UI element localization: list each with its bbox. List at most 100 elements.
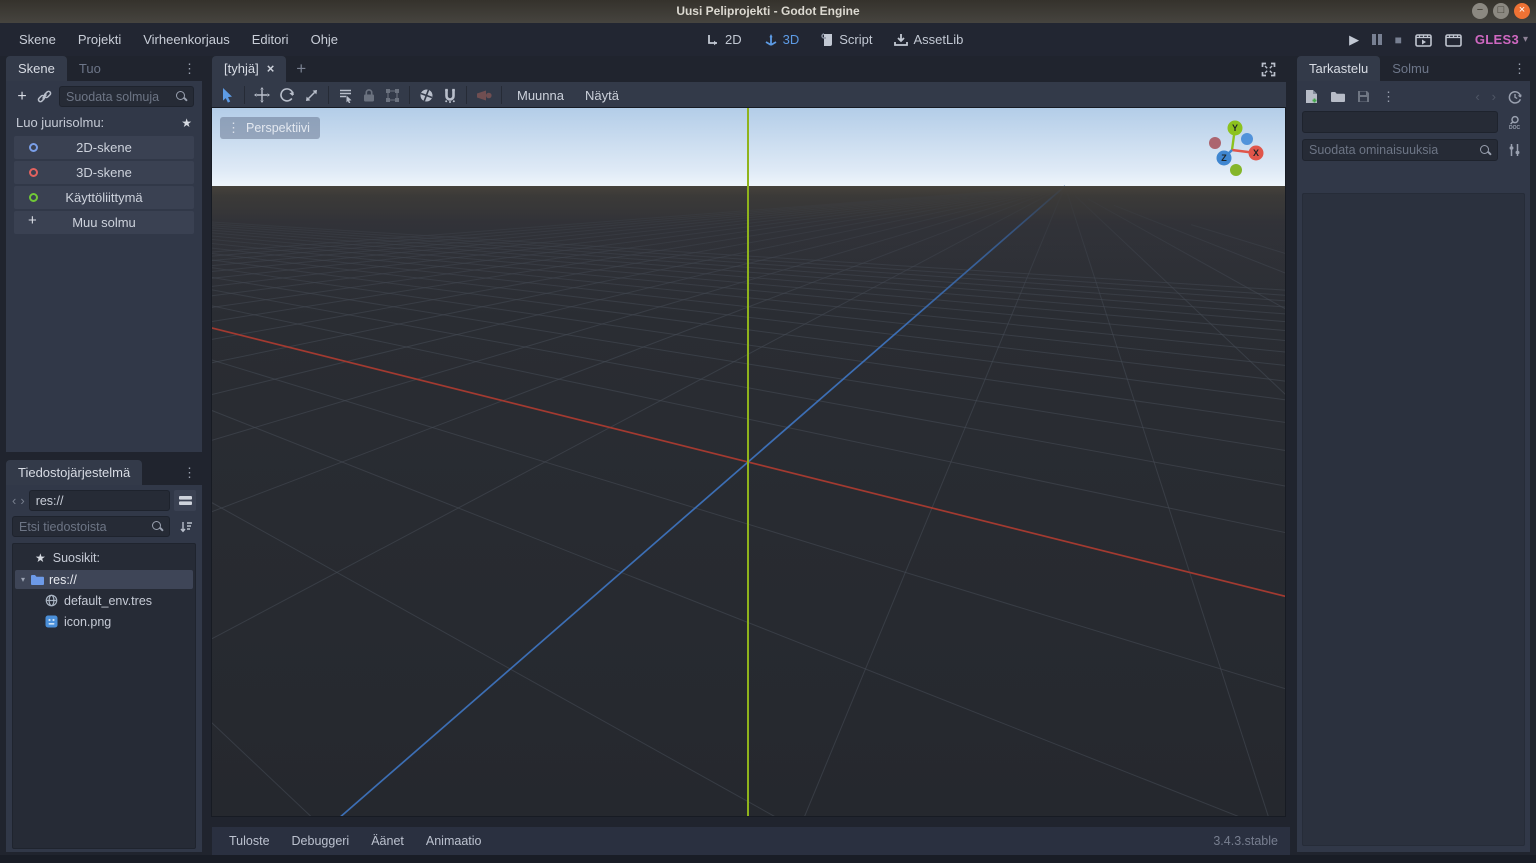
- play-custom-scene-button[interactable]: [1445, 33, 1462, 47]
- history-back-icon[interactable]: ‹: [12, 493, 16, 508]
- bottom-tab-output[interactable]: Tuloste: [222, 831, 277, 851]
- playback-controls: ▶ ■ GLES3 ▾: [1349, 23, 1528, 56]
- select-mode-button[interactable]: [220, 87, 235, 103]
- scene-dock-menu-icon[interactable]: ⋮: [183, 64, 196, 74]
- file-search-field[interactable]: [12, 516, 170, 537]
- local-space-globe-icon: [419, 88, 434, 103]
- window-controls: − □ ×: [1472, 3, 1530, 19]
- new-scene-tab-button[interactable]: +: [286, 59, 316, 79]
- save-icon: [1357, 90, 1370, 103]
- favorites-header[interactable]: ★ Suosikit:: [15, 548, 193, 567]
- close-icon[interactable]: ×: [267, 56, 275, 82]
- save-resource-button[interactable]: [1357, 90, 1370, 103]
- history-back-icon[interactable]: ‹: [1475, 89, 1479, 104]
- close-button[interactable]: ×: [1514, 3, 1530, 19]
- bottom-tab-audio[interactable]: Äänet: [364, 831, 411, 851]
- star-icon: ★: [35, 551, 46, 565]
- split-mode-button[interactable]: [174, 490, 196, 511]
- renderer-label: GLES3: [1475, 32, 1519, 47]
- 2d-scene-icon: [29, 143, 38, 152]
- move-mode-button[interactable]: [254, 87, 270, 103]
- menu-project[interactable]: Projekti: [69, 28, 130, 51]
- tab-filesystem[interactable]: Tiedostojärjestelmä: [6, 460, 142, 485]
- play-button[interactable]: ▶: [1349, 32, 1359, 48]
- instance-scene-button[interactable]: [37, 89, 52, 104]
- menu-help[interactable]: Ohje: [302, 28, 347, 51]
- history-button[interactable]: [1508, 90, 1522, 104]
- snap-button[interactable]: [443, 88, 457, 103]
- lock-icon: [362, 88, 376, 103]
- workspace-assetlib[interactable]: AssetLib: [888, 29, 969, 50]
- add-node-button[interactable]: +: [14, 88, 30, 106]
- tree-item-res[interactable]: ▾ res://: [15, 570, 193, 589]
- inspector-empty-area: [1302, 193, 1525, 846]
- resource-globe-icon: [45, 594, 58, 607]
- projection-button[interactable]: ⋮ Perspektiivi: [220, 117, 320, 139]
- path-breadcrumb[interactable]: res://: [29, 490, 170, 511]
- menu-debug[interactable]: Virheenkorjaus: [134, 28, 238, 51]
- workspace-script[interactable]: Script: [815, 29, 878, 50]
- y-axis-line: [747, 108, 749, 816]
- tab-node[interactable]: Solmu: [1380, 56, 1441, 81]
- property-filter-input[interactable]: [1309, 143, 1480, 157]
- workspace-2d[interactable]: 2D: [700, 29, 748, 50]
- select-arrow-icon: [220, 87, 235, 103]
- transform-menu[interactable]: Muunna: [511, 86, 570, 105]
- pause-button[interactable]: [1372, 34, 1382, 45]
- sort-button[interactable]: [174, 516, 196, 537]
- lock-button[interactable]: [362, 88, 376, 103]
- scene-filter-field[interactable]: [59, 86, 194, 107]
- tab-inspector[interactable]: Tarkastelu: [1297, 56, 1380, 81]
- stop-button[interactable]: ■: [1395, 33, 1402, 47]
- tab-import[interactable]: Tuo: [67, 56, 113, 81]
- root-option-other-node[interactable]: + Muu solmu: [14, 211, 194, 234]
- bottom-tab-debugger[interactable]: Debuggeri: [285, 831, 357, 851]
- local-space-button[interactable]: [419, 88, 434, 103]
- root-option-2d-scene[interactable]: 2D-skene: [14, 136, 194, 159]
- collapse-caret-icon[interactable]: ▾: [21, 575, 25, 584]
- history-forward-icon[interactable]: ›: [1492, 89, 1496, 104]
- distraction-free-button[interactable]: [1261, 62, 1276, 77]
- play-scene-button[interactable]: [1415, 33, 1432, 47]
- file-search-input[interactable]: [19, 520, 152, 534]
- axis-gizmo[interactable]: YXZ: [1205, 112, 1275, 182]
- group-button[interactable]: [385, 88, 400, 103]
- script-icon: [821, 33, 834, 47]
- svg-text:Z: Z: [1221, 153, 1227, 163]
- new-resource-button[interactable]: [1305, 89, 1318, 104]
- resource-menu-icon[interactable]: ⋮: [1382, 92, 1395, 102]
- 3d-viewport[interactable]: YXZ ⋮ Perspektiivi: [212, 108, 1285, 816]
- bottom-tab-animation[interactable]: Animaatio: [419, 831, 489, 851]
- scale-mode-button[interactable]: [304, 88, 319, 103]
- filesystem-dock-menu-icon[interactable]: ⋮: [183, 468, 196, 478]
- minimize-button[interactable]: −: [1472, 3, 1488, 19]
- root-option-3d-scene[interactable]: 3D-skene: [14, 161, 194, 184]
- property-filter-field[interactable]: [1302, 139, 1498, 161]
- renderer-selector[interactable]: GLES3 ▾: [1475, 32, 1528, 47]
- node-name-field[interactable]: [1302, 111, 1498, 133]
- sort-icon: [179, 521, 192, 533]
- history-forward-icon[interactable]: ›: [20, 493, 24, 508]
- expand-icon: [1261, 62, 1276, 77]
- tree-item-default-env[interactable]: default_env.tres: [15, 591, 193, 610]
- rotate-mode-button[interactable]: [279, 87, 295, 103]
- root-option-user-interface[interactable]: Käyttöliittymä: [14, 186, 194, 209]
- camera-override-button[interactable]: [476, 89, 492, 102]
- magnet-icon: [443, 88, 457, 103]
- view-menu[interactable]: Näytä: [579, 86, 625, 105]
- inspector-dock-menu-icon[interactable]: ⋮: [1513, 64, 1526, 74]
- tree-item-icon-png[interactable]: icon.png: [15, 612, 193, 631]
- menu-editor[interactable]: Editori: [243, 28, 298, 51]
- list-select-button[interactable]: [338, 88, 353, 103]
- scene-tab-empty[interactable]: [tyhjä] ×: [212, 56, 286, 82]
- menu-scene[interactable]: Skene: [10, 28, 65, 51]
- tab-scene[interactable]: Skene: [6, 56, 67, 81]
- scene-filter-input[interactable]: [66, 90, 176, 104]
- load-resource-button[interactable]: [1330, 91, 1345, 103]
- favorites-star-icon[interactable]: ★: [181, 116, 192, 130]
- extra-settings-button[interactable]: [1503, 143, 1525, 157]
- workspace-3d[interactable]: 3D: [758, 29, 806, 50]
- open-docs-button[interactable]: DOC: [1503, 115, 1525, 130]
- split-bars-icon: [179, 495, 192, 506]
- maximize-button[interactable]: □: [1493, 3, 1509, 19]
